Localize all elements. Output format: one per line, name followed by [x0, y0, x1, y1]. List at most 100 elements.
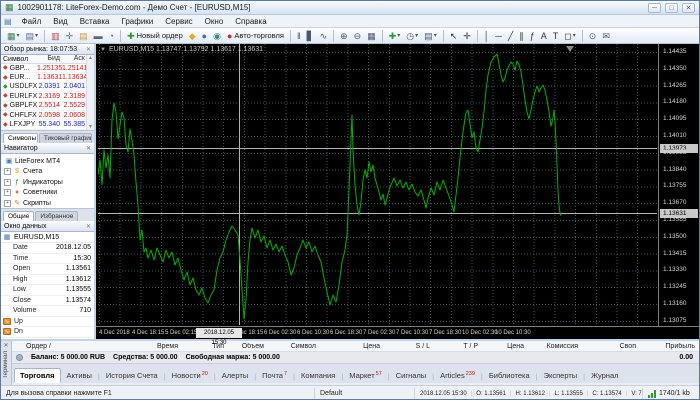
data-window-toggle[interactable]: ✛ — [64, 29, 76, 43]
bottom-tab-Журнал[interactable]: Журнал — [585, 368, 624, 383]
bottom-tab-Новости[interactable]: Новости20 — [166, 368, 214, 383]
terminal-col-T / P[interactable]: T / P — [434, 343, 482, 350]
search-button[interactable]: ⊙ — [587, 29, 599, 43]
menu-item-Окно[interactable]: Окно — [199, 17, 230, 26]
market-watch-row[interactable]: ◆GBP...1.251351.25141 — [1, 64, 94, 73]
close-icon[interactable]: ✕ — [86, 223, 91, 230]
vertical-line-button[interactable]: │ — [482, 29, 492, 43]
chevron-down-icon[interactable]: ▾ — [397, 32, 400, 39]
tree-item-Скрипты[interactable]: +✎Скрипты — [1, 198, 94, 209]
terminal-col-Своп[interactable]: Своп — [582, 343, 640, 350]
close-icon[interactable]: ✕ — [3, 342, 8, 349]
tab-tick-chart[interactable]: Тиковый график — [39, 133, 92, 143]
bottom-tab-Компания[interactable]: Компания — [295, 368, 341, 383]
bottom-tab-Алерты[interactable]: Алерты — [216, 368, 254, 383]
tile-windows-button[interactable]: ▦ — [365, 29, 378, 43]
menu-item-Вставка[interactable]: Вставка — [74, 17, 116, 26]
bottom-tab-Маркет[interactable]: Маркет57 — [343, 368, 388, 383]
chevron-down-icon[interactable]: ▾ — [415, 32, 418, 39]
community-button[interactable]: ● — [200, 29, 209, 43]
expand-plus-icon[interactable]: + — [4, 168, 11, 175]
autotrade-button[interactable]: ●Авто-торговля — [225, 29, 286, 43]
close-icon[interactable]: ✕ — [86, 145, 91, 152]
market-watch-scrollbar[interactable]: ▲ ▼ — [86, 55, 94, 130]
mql5-web-button[interactable]: ◉ — [211, 29, 223, 43]
channel-button[interactable]: ∥ — [517, 29, 526, 43]
scroll-up-icon[interactable]: ▲ — [88, 55, 93, 61]
terminal-col-Объем[interactable]: Объем — [228, 343, 268, 350]
menu-item-Справка[interactable]: Справка — [229, 17, 272, 26]
terminal-col-Цена[interactable]: Цена — [320, 343, 384, 350]
trendline-button[interactable]: ╱ — [506, 29, 515, 43]
templates-button[interactable]: ▤▾ — [422, 29, 439, 43]
bottom-tab-Активы[interactable]: Активы — [61, 368, 98, 383]
cursor-button[interactable]: ↖ — [448, 29, 460, 43]
terminal-col-Комиссия[interactable]: Комиссия — [528, 343, 582, 350]
minimize-button[interactable]: ─ — [648, 3, 661, 13]
label-button[interactable]: T — [551, 29, 561, 43]
tab-common[interactable]: Общие — [3, 211, 34, 221]
tree-item-Счета[interactable]: +$Счета — [1, 167, 94, 178]
zoom-out-button[interactable]: ⊖ — [352, 29, 364, 43]
expand-plus-icon[interactable]: + — [4, 189, 11, 196]
scroll-down-icon[interactable]: ▼ — [88, 124, 93, 130]
metaeditor-button[interactable]: ◆ — [187, 29, 198, 43]
bottom-tab-Торговля[interactable]: Торговля — [14, 368, 61, 383]
market-watch-toggle[interactable]: ▥ — [49, 29, 62, 43]
chevron-down-icon[interactable]: ▾ — [434, 32, 437, 39]
chat-button[interactable]: ✉ — [600, 29, 612, 43]
horizontal-line-button[interactable]: ─ — [493, 29, 503, 43]
terminal-col-Прибыль[interactable]: Прибыль — [640, 343, 699, 350]
expand-plus-icon[interactable]: + — [4, 200, 11, 207]
market-watch-row[interactable]: ◆EUR...1.136311.13634 — [1, 73, 94, 82]
expand-plus-icon[interactable]: + — [4, 179, 11, 186]
terminal-col-Время[interactable]: Время — [140, 343, 182, 350]
market-watch-row[interactable]: ◆USDLFX2.03912.0401 — [1, 83, 94, 92]
close-icon[interactable]: ✕ — [86, 46, 91, 53]
maximize-button[interactable]: □ — [665, 3, 678, 13]
terminal-col-Символ[interactable]: Символ — [268, 343, 320, 350]
bottom-tab-Почта[interactable]: Почта7 — [256, 368, 293, 383]
market-watch-row[interactable]: ◆CHFLFX2.05982.0608 — [1, 111, 94, 120]
line-chart-button[interactable]: ∿ — [318, 29, 330, 43]
tree-root[interactable]: ▣LiteForex MT4 — [1, 156, 94, 167]
terminal-col-S / L[interactable]: S / L — [384, 343, 434, 350]
zoom-in-button[interactable]: ⊕ — [338, 29, 350, 43]
menu-item-Сервис[interactable]: Сервис — [159, 17, 198, 26]
price-chart[interactable] — [98, 44, 657, 325]
market-watch-row[interactable]: ◆LFXJPY55.34055.385 — [1, 120, 94, 129]
new-chart-button[interactable]: ▦▾ — [5, 29, 22, 43]
close-button[interactable]: ✕ — [682, 3, 695, 13]
bottom-tab-Сигналы[interactable]: Сигналы — [390, 368, 432, 383]
menu-item-Вид[interactable]: Вид — [47, 17, 73, 26]
price-axis[interactable]: 1.13973 1.13631 1.144351.143501.142651.1… — [658, 44, 699, 326]
text-button[interactable]: A — [539, 29, 549, 43]
new-order-button[interactable]: ✚Новый ордер — [125, 29, 185, 43]
crosshair-button[interactable]: ✛ — [461, 29, 473, 43]
terminal-col-Цена[interactable]: Цена — [482, 343, 528, 350]
market-watch-row[interactable]: ◆GBPLFX2.55142.5529 — [1, 102, 94, 111]
chart-area[interactable]: ▼ EURUSD,M15 1.13747 1.13792 1.13617 1.1… — [96, 44, 699, 339]
bottom-tab-Эксперты[interactable]: Эксперты — [538, 368, 584, 383]
fibonacci-button[interactable]: ƒ — [528, 29, 537, 43]
indicators-button[interactable]: ✚▾ — [387, 29, 403, 43]
chevron-down-icon[interactable]: ▾ — [35, 32, 38, 39]
time-axis[interactable]: 2018.12.05 15:30 4 Dec 20184 Dec 18:155 … — [96, 326, 699, 339]
shapes-button[interactable]: ◻▾ — [562, 29, 578, 43]
bars-chart-button[interactable]: ‖ — [295, 29, 303, 43]
chevron-down-icon[interactable]: ▾ — [573, 32, 576, 39]
periods-button[interactable]: ◷▾ — [404, 29, 420, 43]
navigator-toggle[interactable]: ▤ — [77, 29, 90, 43]
terminal-toggle[interactable]: ▬ — [92, 29, 105, 43]
strategy-tester-toggle[interactable]: ◔ — [107, 29, 116, 43]
chevron-down-icon[interactable]: ▼ — [100, 47, 106, 53]
terminal-col-Ордер /[interactable]: Ордер / — [12, 343, 140, 350]
market-watch-row[interactable]: ◆EURLFX2.31692.3189 — [1, 92, 94, 101]
candles-chart-button[interactable]: ▋ — [305, 29, 316, 43]
tab-favorites[interactable]: Избранное — [35, 211, 78, 221]
chevron-down-icon[interactable]: ▾ — [17, 32, 20, 39]
bottom-tab-История Счета[interactable]: История Счета — [100, 368, 164, 383]
tree-item-Индикаторы[interactable]: +ƒИндикаторы — [1, 177, 94, 188]
menu-item-Файл[interactable]: Файл — [16, 17, 48, 26]
tab-symbols[interactable]: Символы — [3, 133, 38, 143]
